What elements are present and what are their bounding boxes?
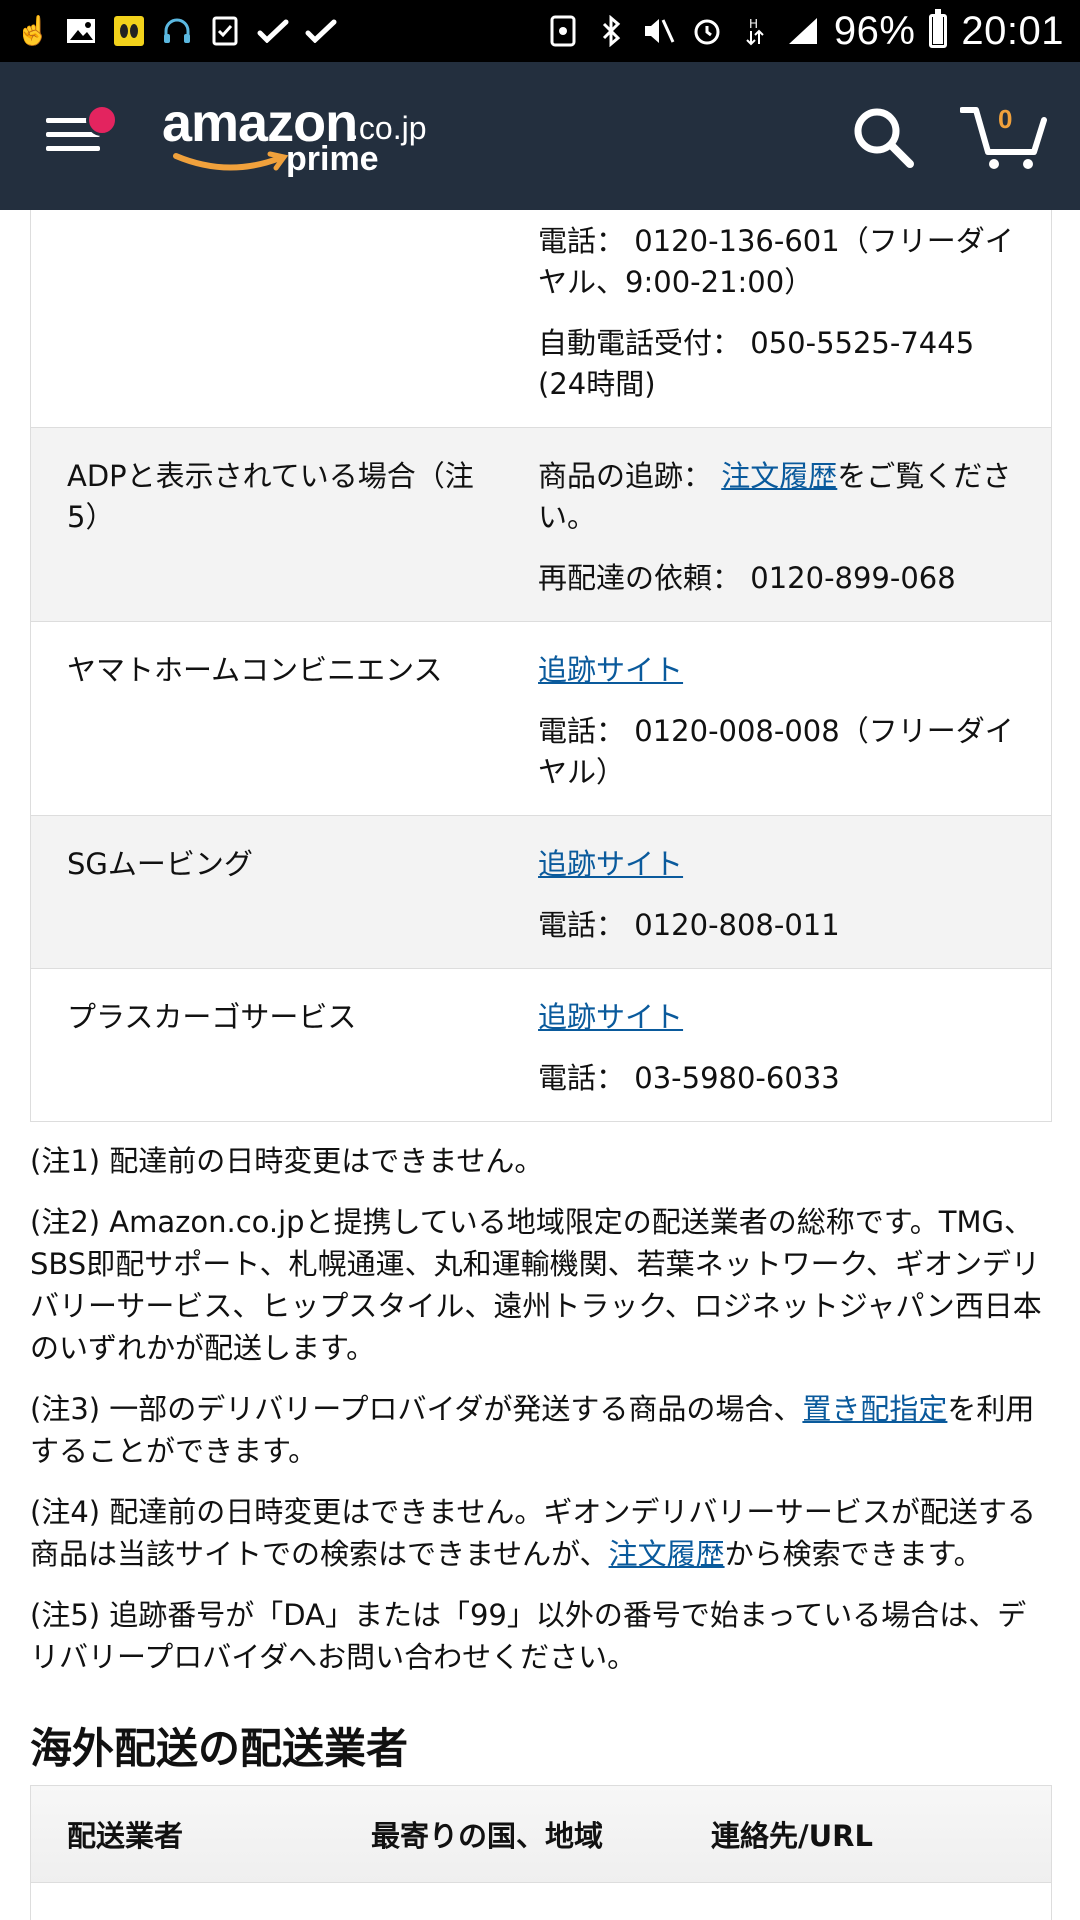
- touch-gesture-icon: ☝: [15, 15, 51, 46]
- contact-line: 商品の追跡： 注文履歴をご覧ください。: [538, 456, 1015, 538]
- tracking-link[interactable]: 追跡サイト: [538, 847, 683, 881]
- svg-text:H: H: [749, 17, 758, 31]
- clock: 20:01: [961, 8, 1064, 53]
- footnote-text: から検索できます。: [724, 1537, 983, 1571]
- system-icons: H 96% 20:01: [546, 9, 1064, 54]
- gallery-icon: [64, 14, 98, 48]
- footnote-text: (注2) Amazon.co.jpと提携している地域限定の配送業者の総称です。T…: [30, 1205, 1042, 1365]
- table-row: SGムービング 追跡サイト電話： 0120-808-011: [31, 815, 1051, 968]
- table-row: プラスカーゴサービス 追跡サイト電話： 03-5980-6033: [31, 968, 1051, 1121]
- contact-text: 電話： 0120-008-008（フリーダイヤル）: [538, 714, 1014, 789]
- amazon-prime-logo[interactable]: amazon .co.jp prime: [162, 92, 442, 192]
- contact-line: 追跡サイト: [538, 997, 1015, 1038]
- table-row: ADPと表示されている場合（注5） 商品の追跡： 注文履歴をご覧ください。再配達の…: [31, 427, 1051, 621]
- contact-text: 電話： 0120-136-601（フリーダイヤル、9:00-21:00）: [538, 224, 1014, 299]
- notification-dot: [86, 104, 118, 136]
- check-icon: [256, 14, 290, 48]
- contact-line: 電話： 0120-008-008（フリーダイヤル）: [538, 711, 1015, 793]
- international-carrier-table: 配送業者 最寄りの国、地域 連絡先/URL: [30, 1785, 1052, 1920]
- international-section-title: 海外配送の配送業者: [30, 1724, 409, 1773]
- contact-text: 自動電話受付： 050-5525-7445 (24時間): [538, 326, 975, 401]
- contact-line: 自動電話受付： 050-5525-7445 (24時間): [538, 323, 1015, 405]
- app-header: amazon .co.jp prime 0: [0, 62, 1080, 210]
- footnote-link[interactable]: 置き配指定: [802, 1392, 947, 1426]
- signal-icon: [786, 14, 820, 48]
- footnote-5: (注5) 追跡番号が「DA」または「99」以外の番号で始まっている場合は、デリバ…: [30, 1594, 1055, 1678]
- column-header-region: 最寄りの国、地域: [371, 1819, 604, 1853]
- mute-icon: [642, 14, 676, 48]
- contact-line: 追跡サイト: [538, 650, 1015, 691]
- carrier-contact: 追跡サイト電話： 03-5980-6033: [538, 969, 1051, 1121]
- contact-line: 電話： 03-5980-6033: [538, 1058, 1015, 1099]
- search-icon: [854, 108, 914, 168]
- footnote-4: (注4) 配達前の日時変更はできません。ギオンデリバリーサービスが配送する商品は…: [30, 1491, 1055, 1575]
- battery-percent: 96%: [833, 8, 916, 53]
- footnote-text: (注1) 配達前の日時変更はできません。: [30, 1144, 544, 1178]
- table-header-row: 配送業者 最寄りの国、地域 連絡先/URL: [31, 1786, 1051, 1883]
- menu-button[interactable]: [46, 104, 118, 166]
- bluetooth-icon: [594, 14, 628, 48]
- contact-line: 電話： 0120-808-011: [538, 905, 1015, 946]
- contact-line: 電話： 0120-136-601（フリーダイヤル、9:00-21:00）: [538, 221, 1015, 303]
- status-bar: ☝ H 96% 20:01: [0, 0, 1080, 62]
- contact-line: 再配達の依頼： 0120-899-068: [538, 558, 1015, 599]
- tracking-link[interactable]: 追跡サイト: [538, 653, 683, 687]
- footnote-text: (注3) 一部のデリバリープロバイダが発送する商品の場合、: [30, 1392, 803, 1426]
- contact-text: 再配達の依頼： 0120-899-068: [538, 561, 956, 595]
- cart-button[interactable]: 0: [959, 102, 1048, 172]
- tracking-link[interactable]: 追跡サイト: [538, 1000, 683, 1034]
- table-row: ヤマトホームコンビニエンス 追跡サイト電話： 0120-008-008（フリーダイ…: [31, 621, 1051, 815]
- nfc-icon: [546, 14, 580, 48]
- footnote-2: (注2) Amazon.co.jpと提携している地域限定の配送業者の総称です。T…: [30, 1201, 1055, 1369]
- contact-line: 追跡サイト: [538, 844, 1015, 885]
- carrier-name: プラスカーゴサービス: [67, 1000, 357, 1034]
- contact-text: 電話： 0120-808-011: [538, 908, 840, 942]
- footnote-3: (注3) 一部のデリバリープロバイダが発送する商品の場合、置き配指定を利用するこ…: [30, 1388, 1055, 1472]
- battery-icon: [929, 9, 948, 48]
- page-content: 電話： 0120-136-601（フリーダイヤル、9:00-21:00） 自動電話…: [0, 210, 1080, 1920]
- carrier-contact: 追跡サイト電話： 0120-808-011: [538, 816, 1051, 968]
- column-header-carrier: 配送業者: [67, 1819, 184, 1853]
- alarm-icon: [690, 14, 724, 48]
- footnote-link[interactable]: 注文履歴: [609, 1537, 725, 1571]
- carrier-name: ADPと表示されている場合（注5）: [67, 459, 474, 534]
- table-row: [31, 1883, 1051, 1920]
- data-arrows-icon: H: [738, 14, 772, 48]
- checklist-icon: [208, 14, 242, 48]
- hamburger-icon-bar: [46, 146, 100, 151]
- carrier-table: 電話： 0120-136-601（フリーダイヤル、9:00-21:00） 自動電話…: [30, 210, 1052, 1122]
- column-header-contact: 連絡先/URL: [711, 1819, 873, 1853]
- footprint-app-icon: [112, 14, 146, 48]
- footnote-1: (注1) 配達前の日時変更はできません。: [30, 1140, 1055, 1182]
- logo-prime: prime: [286, 140, 379, 178]
- table-row: 電話： 0120-136-601（フリーダイヤル、9:00-21:00） 自動電話…: [31, 210, 1051, 427]
- carrier-name: ヤマトホームコンビニエンス: [67, 653, 443, 687]
- carrier-contact: 商品の追跡： 注文履歴をご覧ください。再配達の依頼： 0120-899-068: [538, 428, 1051, 621]
- contact-text: 商品の追跡：: [538, 459, 722, 493]
- search-button[interactable]: [850, 104, 916, 170]
- carrier-name: SGムービング: [67, 847, 253, 881]
- cart-count: 0: [998, 104, 1013, 134]
- check-icon: [304, 14, 338, 48]
- notification-icons: ☝: [16, 14, 338, 48]
- battery-level: [933, 17, 944, 44]
- footnotes: (注1) 配達前の日時変更はできません。 (注2) Amazon.co.jpと提携…: [30, 1140, 1055, 1697]
- carrier-contact: 電話： 0120-136-601（フリーダイヤル、9:00-21:00） 自動電話…: [538, 210, 1051, 427]
- headset-icon: [160, 14, 194, 48]
- tracking-link[interactable]: 注文履歴: [721, 459, 837, 493]
- smile-icon: [173, 151, 289, 171]
- carrier-contact: 追跡サイト電話： 0120-008-008（フリーダイヤル）: [538, 622, 1051, 815]
- footnote-text: (注5) 追跡番号が「DA」または「99」以外の番号で始まっている場合は、デリバ…: [30, 1598, 1027, 1674]
- carrier-name: [31, 210, 538, 427]
- contact-text: 電話： 03-5980-6033: [538, 1061, 840, 1095]
